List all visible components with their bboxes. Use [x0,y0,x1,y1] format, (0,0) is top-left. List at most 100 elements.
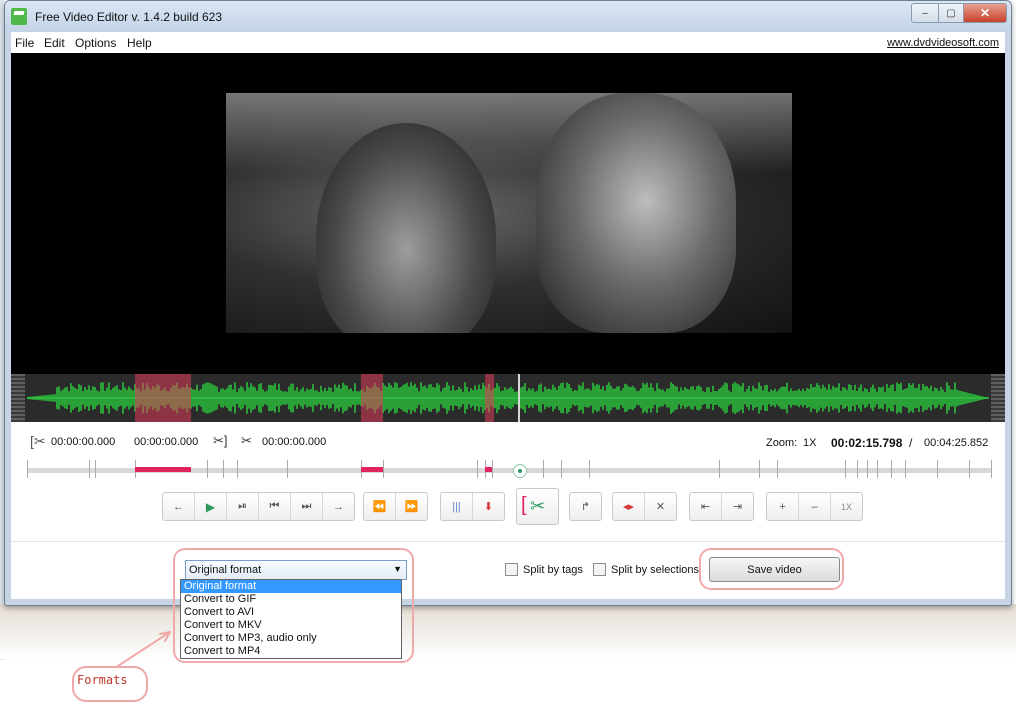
menu-edit[interactable]: Edit [44,36,65,50]
cut-point-scissor-icon[interactable]: ✂ [241,433,252,449]
playhead-handle[interactable] [513,464,527,478]
jump-controls: ⇤ ⇥ [689,492,754,521]
timeline-tick [543,460,544,478]
split-by-selections-checkbox[interactable] [593,563,606,576]
video-frame [226,93,792,333]
menu-bar: File Edit Options Help www.dvdvideosoft.… [11,32,1005,53]
zoom-label: Zoom: [766,437,798,449]
waveform-left-handle[interactable] [11,374,25,422]
cut-button[interactable]: ✂ [516,488,559,525]
step-back-button[interactable]: ← [163,493,195,520]
timeline-tick [759,460,760,478]
waveform-selection[interactable] [361,374,383,422]
selection-end-time: 00:00:00.000 [134,436,199,448]
timeline-tick [857,460,858,478]
timeline-tick [937,460,938,478]
current-time: 00:02:15.798 [831,436,903,450]
website-link[interactable]: www.dvdvideosoft.com [887,37,999,49]
fast-forward-button[interactable]: ⏩ [396,493,427,520]
desktop-background-bottom [0,604,1016,659]
maximize-button[interactable]: ▢ [939,3,964,23]
timeline-tick [223,460,224,478]
title-bar[interactable]: Free Video Editor v. 1.4.2 build 623 – ▢… [5,1,1011,32]
split-by-tags-label: Split by tags [523,563,583,576]
close-button[interactable]: ✕ [964,3,1007,23]
audio-waveform[interactable] [11,374,1005,422]
formats-annotation-label: Formats [77,673,128,687]
selection-start-time: 00:00:00.000 [51,436,116,448]
waveform-selection[interactable] [485,374,494,422]
timeline-selection[interactable] [135,467,191,472]
timeline-tick [589,460,590,478]
timeline-tick [991,460,992,478]
video-preview[interactable] [11,53,1005,374]
timeline-tick [867,460,868,478]
zoom-reset-button[interactable]: 1X [831,493,862,520]
menu-file[interactable]: File [15,36,34,50]
timeline-tick [719,460,720,478]
rotate-button[interactable]: ↱ [570,493,601,520]
timeline-tick [237,460,238,478]
jump-end-button[interactable]: ⇥ [722,493,753,520]
section-divider [11,541,1005,542]
playback-controls: ← ▶ ⏯ ⏮ ⏭ → [162,492,355,521]
selection-start-bracket-icon[interactable]: [✂ [30,433,46,450]
zoom-value: 1X [803,437,817,449]
remove-tag-button[interactable]: ✕ [645,493,676,520]
timeline-tick [969,460,970,478]
zoom-controls: + – 1X [766,492,863,521]
next-frame-button[interactable]: ⏭ [291,493,323,520]
waveform-cursor[interactable] [518,374,520,422]
window-title: Free Video Editor v. 1.4.2 build 623 [35,10,223,24]
play-button[interactable]: ▶ [195,493,227,520]
time-separator: / [909,436,913,450]
rewind-button[interactable]: ⏪ [364,493,396,520]
app-window: Free Video Editor v. 1.4.2 build 623 – ▢… [4,0,1012,606]
play-selection-button[interactable]: ⏯ [227,493,259,520]
split-by-tags-option[interactable]: Split by tags [505,563,583,576]
timeline-tick [777,460,778,478]
save-highlight-ring [699,548,844,590]
video-figure-right [536,93,736,333]
zoom-out-button[interactable]: – [799,493,831,520]
minimize-button[interactable]: – [911,3,939,23]
tag-selection-button[interactable]: ◂▸ [613,493,645,520]
timeline-tick [905,460,906,478]
timeline-tick [207,460,208,478]
window-controls: – ▢ ✕ [911,3,1007,23]
timeline-tick [891,460,892,478]
waveform-right-handle[interactable] [991,374,1005,422]
step-forward-button[interactable]: → [323,493,354,520]
previous-frame-button[interactable]: ⏮ [259,493,291,520]
timeline-tick [877,460,878,478]
add-marker-button[interactable]: ⬇ [473,493,504,520]
timeline-selection[interactable] [361,467,383,472]
timeline-tick [561,460,562,478]
app-logo-icon [11,8,27,25]
format-highlight-ring [173,548,414,663]
timeline-tick [287,460,288,478]
total-duration: 00:04:25.852 [924,437,989,449]
timeline-tick [89,460,90,478]
split-by-selections-label: Split by selections [611,563,700,576]
zoom-in-button[interactable]: + [767,493,799,520]
menu-options[interactable]: Options [75,36,116,50]
jump-start-button[interactable]: ⇤ [690,493,722,520]
timeline-tick [477,460,478,478]
tag-controls: ◂▸ ✕ [612,492,677,521]
timeline-tick [845,460,846,478]
split-by-selections-option[interactable]: Split by selections [593,563,699,576]
waveform-selection[interactable] [135,374,191,422]
split-markers-button[interactable]: ||| [441,493,473,520]
client-area: File Edit Options Help www.dvdvideosoft.… [11,32,1005,599]
marker-controls: ||| ⬇ [440,492,505,521]
seek-controls: ⏪ ⏩ [363,492,428,521]
timeline-tick [383,460,384,478]
split-by-tags-checkbox[interactable] [505,563,518,576]
timeline-selection[interactable] [485,467,492,472]
timeline-tick [492,460,493,478]
selection-end-scissor-icon[interactable]: ✂] [213,433,228,449]
timeline-tick [95,460,96,478]
menu-help[interactable]: Help [127,36,152,50]
cut-point-time: 00:00:00.000 [262,436,327,448]
